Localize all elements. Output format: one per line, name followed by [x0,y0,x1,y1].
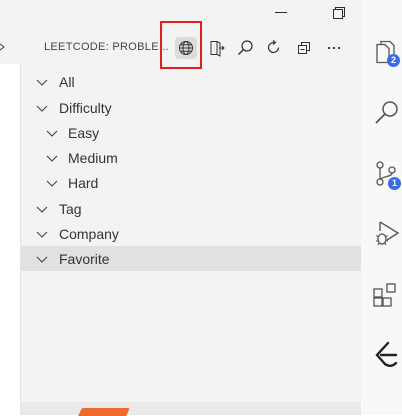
tree-item-label: All [59,73,75,90]
tree-item-label: Company [59,225,119,242]
tree-item-hard[interactable]: Hard [21,170,361,195]
chevron-left-icon [0,38,8,56]
chevron-down-icon [36,256,48,263]
chevron-down-icon [36,231,48,238]
tree-item-difficulty[interactable]: Difficulty [21,95,361,120]
sign-out-button[interactable] [206,37,228,59]
chevron-down-icon [36,105,48,112]
scm-badge: 1 [388,177,401,190]
tree-item-label: Difficulty [59,99,112,116]
more-icon [327,46,341,50]
explorer-badge: 2 [387,54,400,67]
panel-bottom-edge [21,402,361,415]
leetcode-icon[interactable] [371,340,401,370]
tree-item-label: Easy [68,124,100,141]
tree-item-company[interactable]: Company [21,221,361,246]
minimize-icon[interactable] [275,12,287,13]
collapse-all-icon [298,42,310,54]
sign-out-icon [210,41,225,57]
tree-item-label: Hard [68,174,99,191]
activity-bar: 2 1 [361,0,402,415]
highlight-box [160,21,202,69]
extensions-icon[interactable] [371,280,401,310]
source-control-icon[interactable]: 1 [371,158,401,190]
tree-item-medium[interactable]: Medium [21,145,361,170]
refresh-button[interactable] [263,37,285,59]
chevron-down-icon [36,206,48,213]
more-actions-button[interactable] [323,37,345,59]
collapse-all-button[interactable] [293,37,315,59]
chevron-down-icon [46,155,58,162]
search-icon [238,40,253,55]
editor-area[interactable] [0,64,21,415]
search-icon[interactable] [371,98,401,128]
tree-item-label: Medium [68,149,118,166]
restore-icon[interactable] [331,5,347,21]
search-button[interactable] [234,37,256,59]
tree-item-favorite[interactable]: Favorite [21,246,361,271]
chevron-down-icon [46,180,58,187]
run-debug-icon[interactable] [371,218,401,248]
chevron-down-icon [46,130,58,137]
tree-item-label: Tag [59,200,82,217]
explorer-icon[interactable]: 2 [371,38,401,68]
chevron-down-icon [36,79,48,86]
view-title: LEETCODE: PROBLE... [44,41,169,53]
tree-item-label: Favorite [59,250,110,267]
tree-item-easy[interactable]: Easy [21,120,361,145]
tree-item-tag[interactable]: Tag [21,196,361,221]
refresh-icon [267,40,280,54]
tree-item-all[interactable]: All [21,69,361,94]
